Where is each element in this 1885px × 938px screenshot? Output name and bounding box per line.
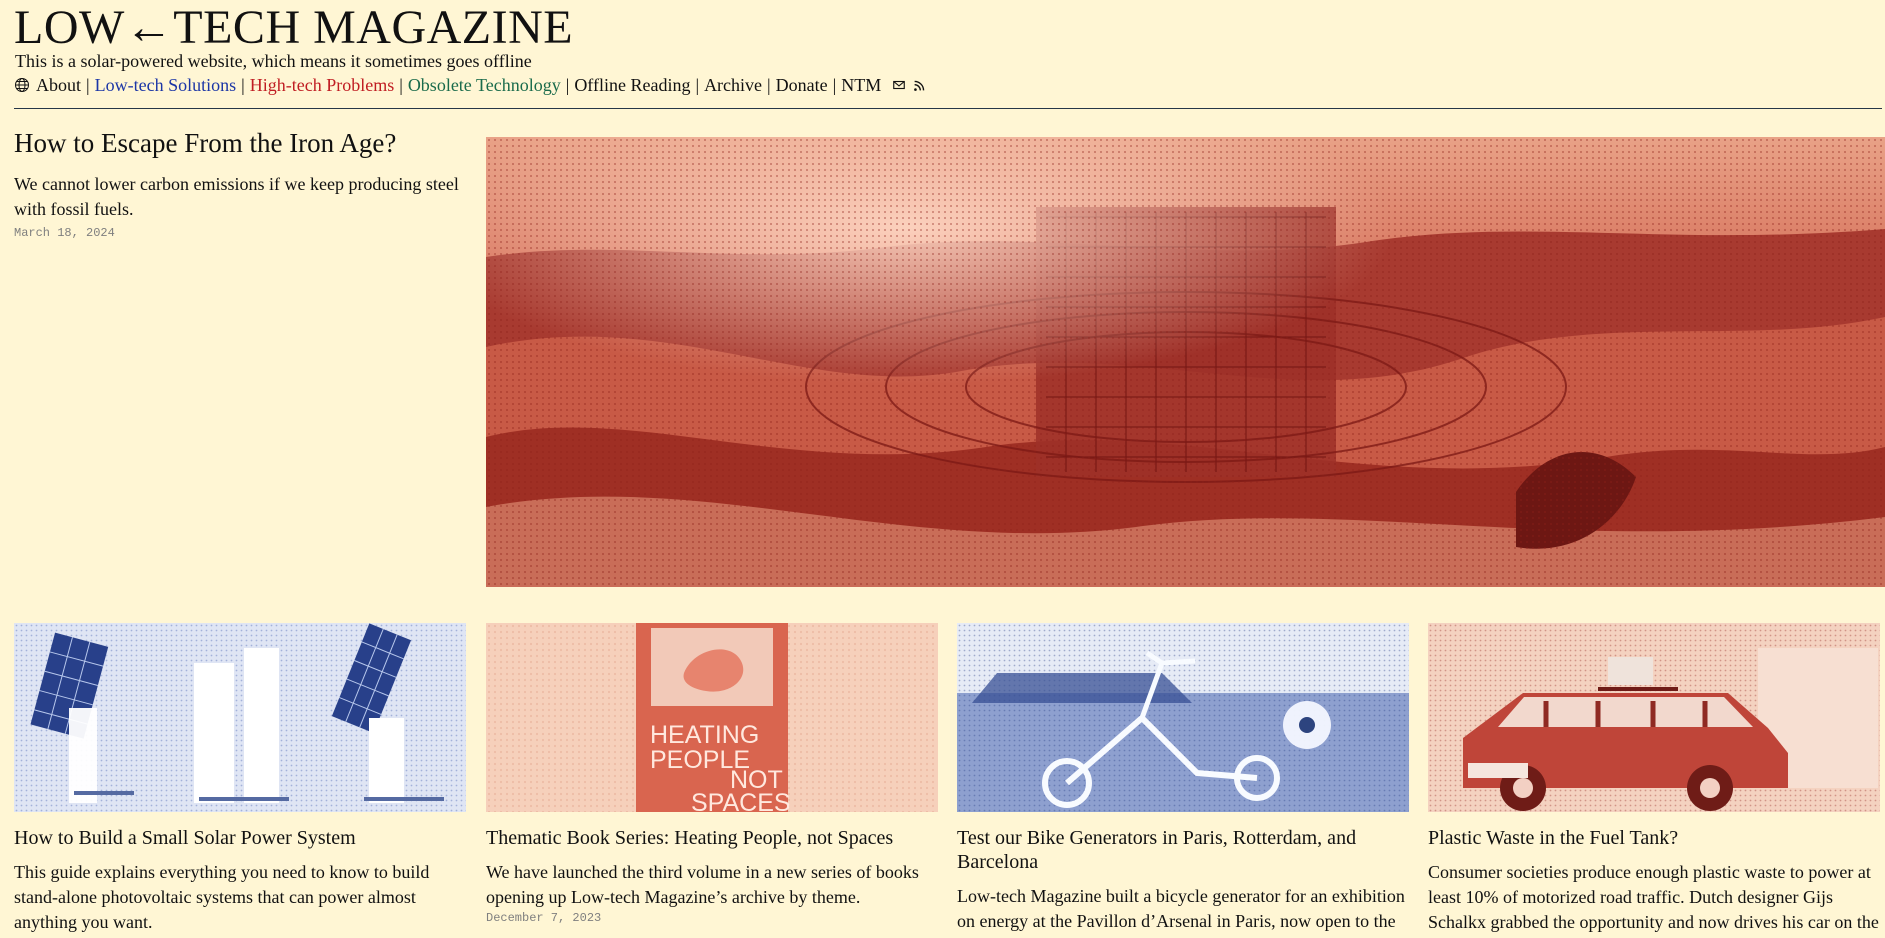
nav-donate[interactable]: Donate [776, 75, 828, 95]
book-cover-text: SPACES [691, 789, 791, 812]
article-card-title[interactable]: Thematic Book Series: Heating People, no… [486, 826, 941, 850]
featured-article-date: March 18, 2024 [14, 226, 115, 240]
globe-icon[interactable] [14, 77, 30, 93]
article-card-summary: This guide explains everything you need … [14, 862, 430, 932]
nav-separator: | [832, 75, 837, 95]
article-card[interactable]: Plastic Waste in the Fuel Tank? Consumer… [1428, 623, 1883, 938]
header-divider [14, 108, 1882, 109]
nav-offline-reading[interactable]: Offline Reading [574, 75, 690, 95]
nav-separator: | [86, 75, 90, 95]
site-tagline: This is a solar-powered website, which m… [15, 51, 532, 71]
main-navigation: About | Low-tech Solutions | High-tech P… [14, 75, 927, 95]
plastic-fuel-car-image[interactable] [1428, 623, 1880, 812]
article-card[interactable]: Test our Bike Generators in Paris, Rotte… [957, 623, 1412, 938]
article-card-summary: Consumer societies produce enough plasti… [1428, 862, 1879, 932]
mail-icon[interactable] [891, 77, 907, 93]
article-card-date: December 7, 2023 [486, 911, 602, 925]
rss-icon[interactable] [911, 77, 927, 93]
nav-obsolete-technology[interactable]: Obsolete Technology [408, 75, 561, 95]
nav-separator: | [695, 75, 700, 95]
article-card-summary: We have launched the third volume in a n… [486, 862, 919, 907]
nav-high-tech-problems[interactable]: High-tech Problems [250, 75, 394, 95]
featured-article: How to Escape From the Iron Age? We cann… [14, 128, 479, 241]
site-logo[interactable]: LOW←TECH MAGAZINE [14, 4, 573, 52]
article-card-title[interactable]: Test our Bike Generators in Paris, Rotte… [957, 826, 1412, 874]
nav-about[interactable]: About [36, 75, 81, 95]
solar-power-system-image[interactable] [14, 623, 466, 812]
nav-ntm[interactable]: NTM [841, 75, 881, 95]
article-card-title[interactable]: How to Build a Small Solar Power System [14, 826, 469, 850]
nav-separator: | [767, 75, 771, 95]
article-card-summary: Low-tech Magazine built a bicycle genera… [957, 886, 1405, 931]
featured-article-summary: We cannot lower carbon emissions if we k… [14, 174, 459, 219]
book-cover-text: HEATING [650, 721, 759, 749]
iron-age-hero-image[interactable] [486, 137, 1885, 587]
nav-separator: | [399, 75, 403, 95]
article-card-title[interactable]: Plastic Waste in the Fuel Tank? [1428, 826, 1883, 850]
nav-archive[interactable]: Archive [704, 75, 762, 95]
featured-article-title[interactable]: How to Escape From the Iron Age? [14, 128, 479, 159]
heating-people-book-image[interactable]: HEATING PEOPLE NOT SPACES [486, 623, 938, 812]
article-card[interactable]: How to Build a Small Solar Power System … [14, 623, 469, 938]
article-card[interactable]: HEATING PEOPLE NOT SPACES Thematic Book … [486, 623, 941, 938]
bike-generator-image[interactable] [957, 623, 1409, 812]
nav-separator: | [241, 75, 245, 95]
nav-low-tech-solutions[interactable]: Low-tech Solutions [95, 75, 237, 95]
nav-separator: | [565, 75, 570, 95]
